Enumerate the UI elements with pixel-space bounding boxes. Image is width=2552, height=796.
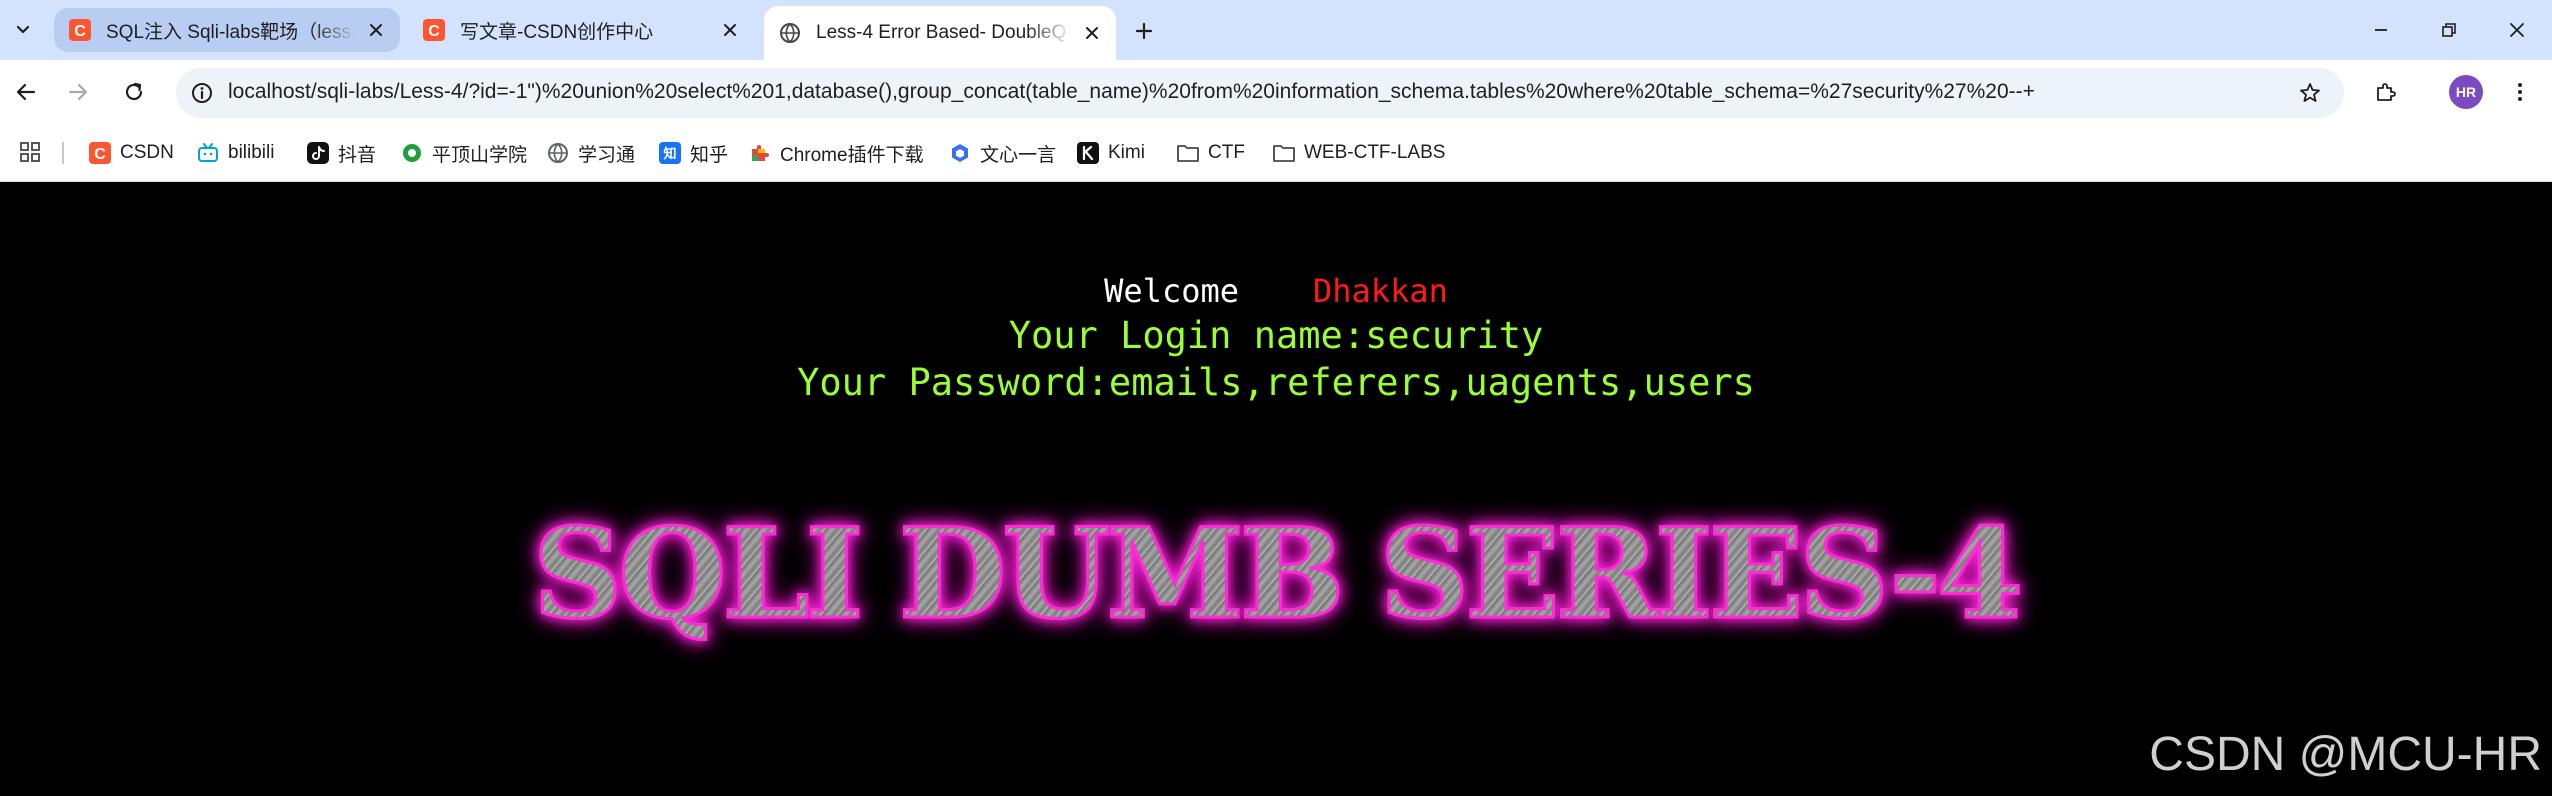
- bookmark-folder-ctf[interactable]: CTF: [1176, 136, 1245, 170]
- tab-title: Less-4 Error Based- DoubleQ: [816, 22, 1067, 43]
- bookmark-chrome-extensions[interactable]: Chrome插件下载: [748, 136, 924, 170]
- school-icon: [400, 141, 424, 165]
- welcome-name: Dhakkan: [1313, 272, 1448, 310]
- bookmark-kimi[interactable]: Kimi: [1076, 136, 1145, 170]
- bookmark-school[interactable]: 平顶山学院: [400, 136, 527, 170]
- svg-text:C: C: [74, 23, 86, 40]
- bookmark-label: 知乎: [690, 144, 729, 166]
- address-bar[interactable]: localhost/sqli-labs/Less-4/?id=-1")%20un…: [176, 68, 2344, 118]
- bilibili-icon: [196, 141, 220, 165]
- url-text[interactable]: localhost/sqli-labs/Less-4/?id=-1")%20un…: [228, 80, 2288, 104]
- tab-title: 写文章-CSDN创作中心: [460, 21, 654, 43]
- close-icon[interactable]: [364, 18, 388, 42]
- forward-button[interactable]: [60, 74, 96, 110]
- bookmark-csdn[interactable]: C CSDN: [88, 136, 174, 170]
- tab-strip: C SQL注入 Sqli-labs靶场（less-1 C 写文章-CSDN创作中…: [0, 0, 2552, 60]
- series-banner-title: SQLI DUMB SERIES-4: [0, 501, 2552, 649]
- csdn-watermark: CSDN @MCU-HR: [2149, 728, 2542, 781]
- bookmark-folder-web-ctf-labs[interactable]: WEB-CTF-LABS: [1272, 136, 1445, 170]
- kimi-icon: [1076, 141, 1100, 165]
- restore-button[interactable]: [2416, 0, 2482, 60]
- csdn-icon: C: [68, 18, 92, 42]
- browser-menu-button[interactable]: [2502, 74, 2538, 110]
- zhihu-icon: 知: [658, 141, 682, 165]
- svg-text:知: 知: [663, 146, 676, 162]
- puzzle-icon: [2377, 83, 2396, 101]
- bookmark-xuexitong[interactable]: 学习通: [546, 136, 635, 170]
- bookmark-label: bilibili: [228, 142, 275, 163]
- tab-sqli-labs-article[interactable]: C SQL注入 Sqli-labs靶场（less-1: [54, 8, 400, 52]
- close-window-button[interactable]: [2484, 0, 2550, 60]
- password-result: Your Password:emails,referers,uagents,us…: [797, 361, 1755, 404]
- bookmark-star-icon[interactable]: [2294, 77, 2326, 109]
- bookmark-label: CSDN: [120, 142, 174, 163]
- site-info-icon[interactable]: [186, 77, 218, 109]
- bookmark-zhihu[interactable]: 知 知乎: [658, 136, 728, 170]
- svg-text:C: C: [94, 146, 106, 163]
- bookmark-douyin[interactable]: 抖音: [306, 136, 376, 170]
- extensions-button[interactable]: [2368, 74, 2404, 110]
- tab-search-button[interactable]: [8, 14, 38, 44]
- tab-title: SQL注入 Sqli-labs靶场（less-1: [106, 21, 356, 43]
- close-icon: [2510, 23, 2524, 37]
- globe-icon: [778, 21, 802, 45]
- bookmarks-divider: [62, 142, 64, 164]
- bookmark-label: 学习通: [578, 144, 636, 166]
- bookmarks-bar: C CSDN bilibili 抖音 平顶山学院 学习通 知 知乎 Chrome…: [0, 124, 2552, 182]
- plus-icon: [1135, 22, 1153, 40]
- bookmark-label: CTF: [1208, 142, 1245, 163]
- welcome-line: Welcome Dhakkan: [0, 272, 2552, 310]
- close-icon[interactable]: [1080, 21, 1104, 45]
- tab-csdn-editor[interactable]: C 写文章-CSDN创作中心: [408, 8, 754, 52]
- douyin-icon: [306, 141, 330, 165]
- svg-text:C: C: [428, 23, 440, 40]
- bookmark-bilibili[interactable]: bilibili: [196, 136, 274, 170]
- folder-icon: [1272, 141, 1296, 165]
- profile-avatar[interactable]: HR: [2449, 75, 2483, 109]
- reload-button[interactable]: [116, 74, 152, 110]
- tab-less-4-active[interactable]: Less-4 Error Based- DoubleQ: [764, 6, 1116, 60]
- csdn-icon: C: [422, 18, 446, 42]
- bookmark-label: Kimi: [1108, 142, 1145, 163]
- minimize-icon: [2375, 29, 2387, 31]
- browser-toolbar: localhost/sqli-labs/Less-4/?id=-1")%20un…: [0, 60, 2552, 124]
- arrow-right-icon: [68, 83, 88, 101]
- apps-grid-icon[interactable]: [16, 138, 44, 166]
- chevron-down-icon: [16, 25, 30, 34]
- more-vertical-icon: [2518, 83, 2522, 101]
- globe-icon: [546, 141, 570, 165]
- arrow-left-icon: [16, 83, 36, 101]
- login-name-result: Your Login name:security: [1008, 314, 1544, 357]
- folder-icon: [1176, 141, 1200, 165]
- close-icon[interactable]: [718, 18, 742, 42]
- reload-icon: [125, 82, 143, 101]
- bookmark-label: Chrome插件下载: [780, 144, 924, 166]
- welcome-label: Welcome: [1104, 272, 1239, 310]
- csdn-icon: C: [88, 141, 112, 165]
- bookmark-wenxin[interactable]: 文心一言: [948, 136, 1056, 170]
- wenxin-icon: [948, 141, 972, 165]
- bookmark-label: 平顶山学院: [432, 144, 528, 166]
- bookmark-label: WEB-CTF-LABS: [1304, 142, 1446, 163]
- minimize-button[interactable]: [2348, 0, 2414, 60]
- restore-icon: [2442, 23, 2456, 37]
- new-tab-button[interactable]: [1126, 14, 1162, 48]
- bookmark-label: 文心一言: [980, 144, 1057, 166]
- back-button[interactable]: [8, 74, 44, 110]
- page-content: Welcome Dhakkan Your Login name:security …: [0, 182, 2552, 796]
- bookmark-label: 抖音: [338, 144, 377, 166]
- puzzle-icon: [748, 141, 772, 165]
